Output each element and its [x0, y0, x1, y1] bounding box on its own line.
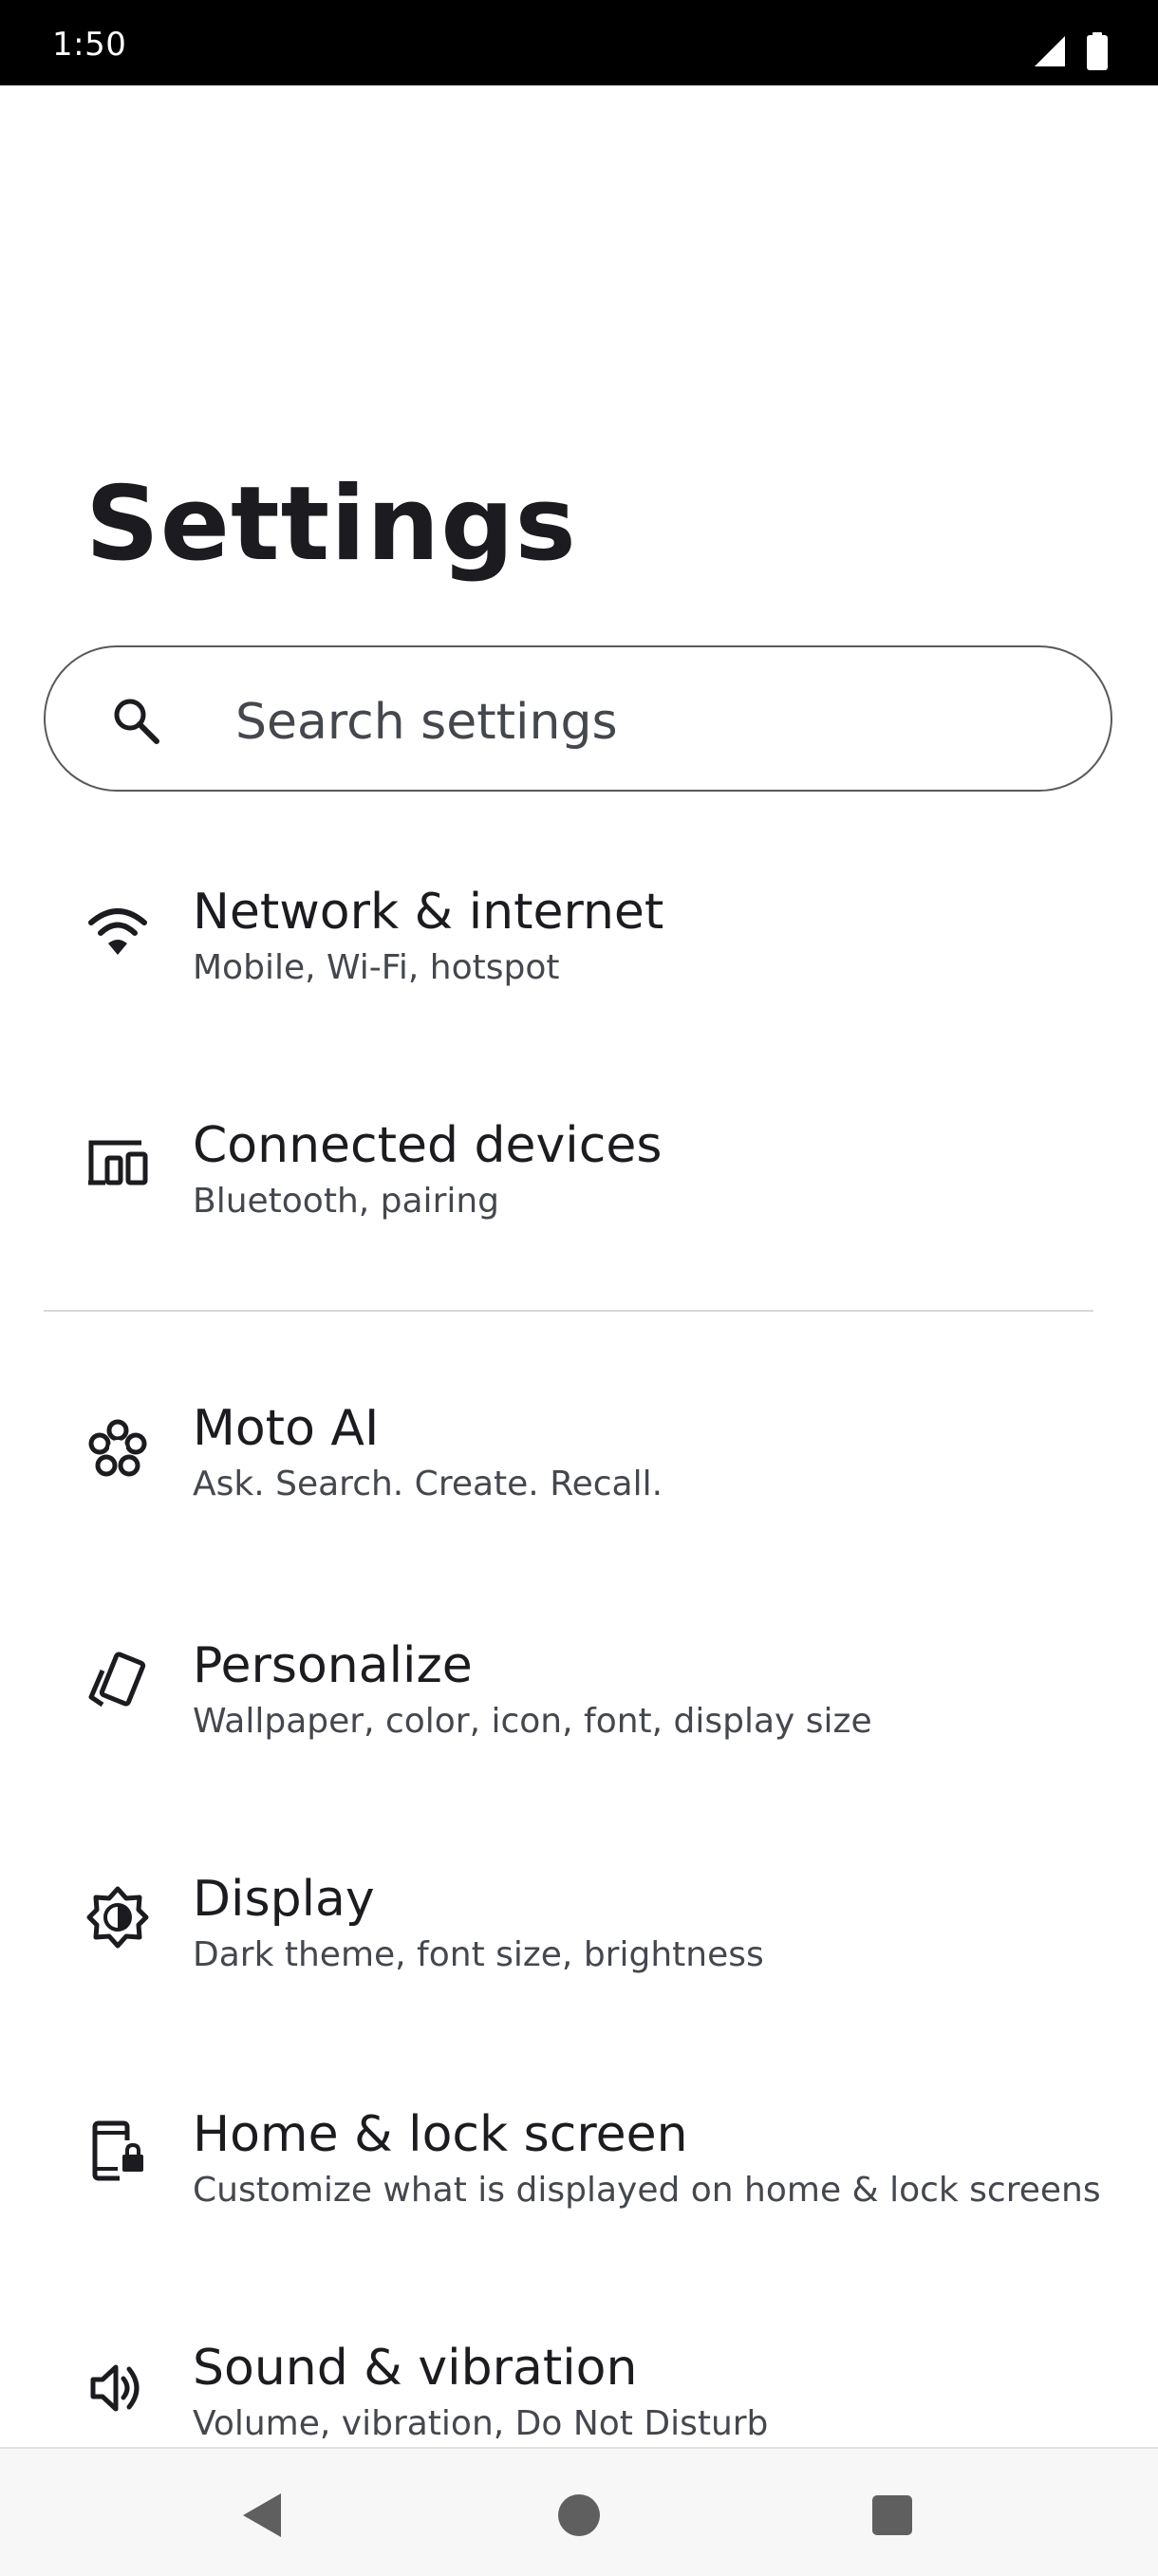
settings-item-moto-ai[interactable]: Moto AI Ask. Search. Create. Recall. — [0, 1369, 1158, 1559]
settings-item-title: Moto AI — [193, 1400, 380, 1457]
settings-item-personalize[interactable]: Personalize Wallpaper, color, icon, font… — [0, 1604, 1158, 1794]
phone-lock-icon — [84, 2117, 152, 2185]
settings-item-connected-devices[interactable]: Connected devices Bluetooth, pairing — [0, 1086, 1158, 1276]
search-placeholder: Search settings — [235, 694, 618, 751]
settings-item-title: Home & lock screen — [193, 2106, 688, 2163]
connected-devices-icon — [84, 1129, 152, 1198]
settings-item-subtitle: Mobile, Wi-Fi, hotspot — [193, 948, 560, 987]
settings-item-title: Display — [193, 1871, 375, 1928]
settings-item-title: Network & internet — [193, 884, 664, 941]
recents-icon[interactable] — [854, 2477, 930, 2553]
page-title: Settings — [85, 465, 577, 584]
settings-item-subtitle: Volume, vibration, Do Not Disturb — [193, 2404, 769, 2443]
personalize-icon — [84, 1648, 152, 1716]
status-icons — [1033, 32, 1109, 74]
settings-item-subtitle: Ask. Search. Create. Recall. — [193, 1465, 663, 1503]
search-bar[interactable]: Search settings — [44, 645, 1112, 792]
settings-item-network-internet[interactable]: Network & internet Mobile, Wi-Fi, hotspo… — [0, 850, 1158, 1040]
settings-item-subtitle: Bluetooth, pairing — [193, 1182, 500, 1221]
back-icon[interactable] — [224, 2477, 300, 2553]
moto-ai-icon — [84, 1414, 152, 1483]
settings-item-title: Connected devices — [193, 1117, 663, 1174]
settings-item-title: Personalize — [193, 1637, 473, 1694]
search-icon — [110, 695, 161, 746]
settings-item-display[interactable]: Display Dark theme, font size, brightnes… — [0, 1839, 1158, 2029]
section-divider — [44, 1310, 1093, 1312]
speaker-icon — [84, 2354, 152, 2422]
settings-item-title: Sound & vibration — [193, 2340, 638, 2397]
cell-signal-icon — [1033, 34, 1067, 72]
settings-item-subtitle: Customize what is displayed on home & lo… — [193, 2171, 1101, 2210]
home-icon[interactable] — [541, 2477, 617, 2553]
settings-item-home-lock-screen[interactable]: Home & lock screen Customize what is dis… — [0, 2075, 1158, 2265]
settings-item-subtitle: Wallpaper, color, icon, font, display si… — [193, 1702, 872, 1741]
battery-icon — [1086, 32, 1109, 74]
display-brightness-icon — [84, 1883, 152, 1951]
settings-item-subtitle: Dark theme, font size, brightness — [193, 1935, 764, 1974]
navigation-bar — [0, 2447, 1158, 2576]
status-time: 1:50 — [52, 26, 127, 64]
wifi-icon — [84, 896, 152, 964]
status-bar: 1:50 — [0, 0, 1158, 85]
